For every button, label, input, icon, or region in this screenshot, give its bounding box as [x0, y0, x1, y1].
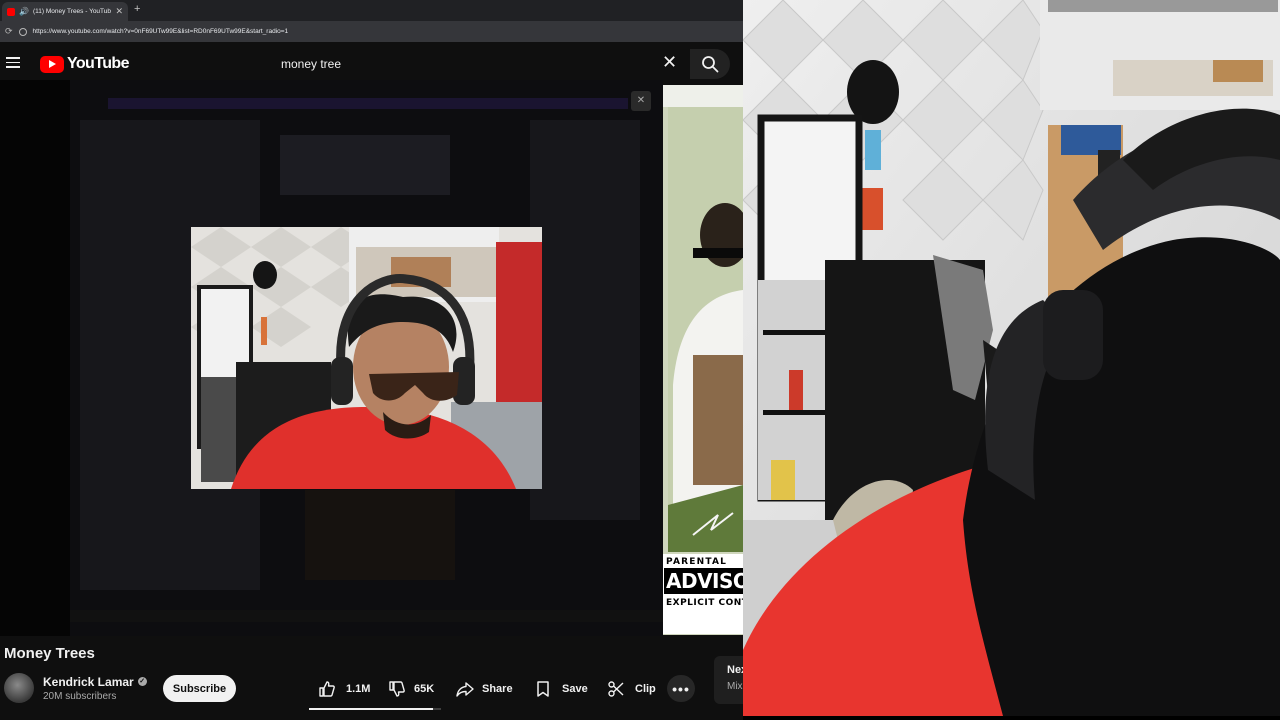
bookmark-icon	[537, 680, 549, 697]
reload-icon[interactable]: ⟳	[5, 26, 13, 37]
like-count: 1.1M	[346, 682, 371, 695]
subscriber-count: 20M subscribers	[43, 690, 117, 702]
close-overlay-icon[interactable]: ✕	[631, 91, 651, 111]
subscribe-button[interactable]: Subscribe	[163, 675, 236, 702]
pip-webcam-frame	[191, 227, 542, 489]
up-next-sub: Mix	[727, 681, 743, 692]
close-tab-icon[interactable]: ✕	[115, 6, 123, 17]
advisory-middle-text: ADVISORY	[664, 568, 743, 594]
search-icon	[702, 56, 719, 73]
youtube-favicon-icon	[7, 7, 15, 16]
url-text[interactable]: https://www.youtube.com/watch?v=0nF69UTw…	[33, 28, 289, 35]
search-button[interactable]	[690, 49, 730, 79]
album-cover-image	[663, 85, 743, 635]
advisory-top-text: PARENTAL	[666, 557, 728, 567]
like-button[interactable]: 1.1M	[318, 675, 370, 702]
search-query: money tree	[281, 57, 342, 71]
thumbs-down-icon	[389, 680, 405, 697]
browser-tab[interactable]: 🔊 (11) Money Trees - YouTube ✕	[2, 2, 128, 21]
browser-tab-strip: 🔊 (11) Money Trees - YouTube ✕ +	[0, 0, 743, 21]
save-label: Save	[562, 682, 588, 695]
channel-row: Kendrick Lamar ✓ 20M subscribers	[4, 672, 147, 704]
new-tab-icon[interactable]: +	[134, 3, 140, 15]
dislike-button[interactable]: 65K	[388, 675, 434, 702]
channel-name-text: Kendrick Lamar	[43, 674, 134, 689]
webcam-feed	[743, 0, 1280, 716]
pip-webcam-video[interactable]	[191, 227, 542, 489]
youtube-play-icon	[40, 55, 64, 73]
share-button[interactable]: Share	[456, 675, 513, 702]
scissors-icon	[608, 680, 624, 697]
dislike-count: 65K	[414, 682, 435, 695]
like-ratio-fill	[309, 708, 434, 710]
clip-label: Clip	[635, 682, 656, 695]
up-next-label: Nex	[727, 664, 743, 676]
browser-tab-title: (11) Money Trees - YouTube	[32, 8, 112, 15]
webcam-bottom-strip	[743, 716, 1280, 720]
advisory-bottom-text: EXPLICIT CONTENT	[666, 598, 743, 608]
channel-name[interactable]: Kendrick Lamar ✓	[43, 675, 147, 689]
thumbs-up-icon	[319, 680, 335, 697]
share-icon	[456, 681, 474, 697]
share-label: Share	[482, 682, 513, 695]
album-cover-art	[663, 85, 743, 635]
speaker-icon[interactable]: 🔊	[19, 7, 29, 16]
site-info-icon[interactable]	[18, 27, 27, 36]
clear-search-icon[interactable]: ✕	[662, 52, 677, 73]
webcam-image	[743, 0, 1280, 716]
youtube-header: YouTube money tree ✕	[0, 46, 743, 80]
verified-check-icon: ✓	[137, 677, 147, 686]
up-next-card[interactable]: Nex Mix	[714, 656, 743, 704]
address-bar: ⟳ https://www.youtube.com/watch?v=0nF69U…	[0, 21, 743, 42]
like-ratio-bar	[309, 708, 441, 710]
save-button[interactable]: Save	[534, 675, 588, 702]
youtube-window: 🔊 (11) Money Trees - YouTube ✕ + ⟳ https…	[0, 0, 743, 720]
search-input[interactable]: money tree	[267, 51, 690, 77]
video-title: Money Trees	[4, 645, 95, 662]
parental-advisory-label: PARENTAL ADVISORY EXPLICIT CONTENT	[663, 554, 743, 634]
hamburger-menu-icon[interactable]	[6, 57, 20, 68]
clip-button[interactable]: Clip	[607, 675, 656, 702]
youtube-wordmark: YouTube	[67, 55, 129, 72]
youtube-logo[interactable]: YouTube	[40, 55, 129, 73]
more-icon: •••	[672, 680, 690, 697]
channel-avatar[interactable]	[4, 673, 34, 703]
more-actions-button[interactable]: •••	[667, 675, 695, 702]
